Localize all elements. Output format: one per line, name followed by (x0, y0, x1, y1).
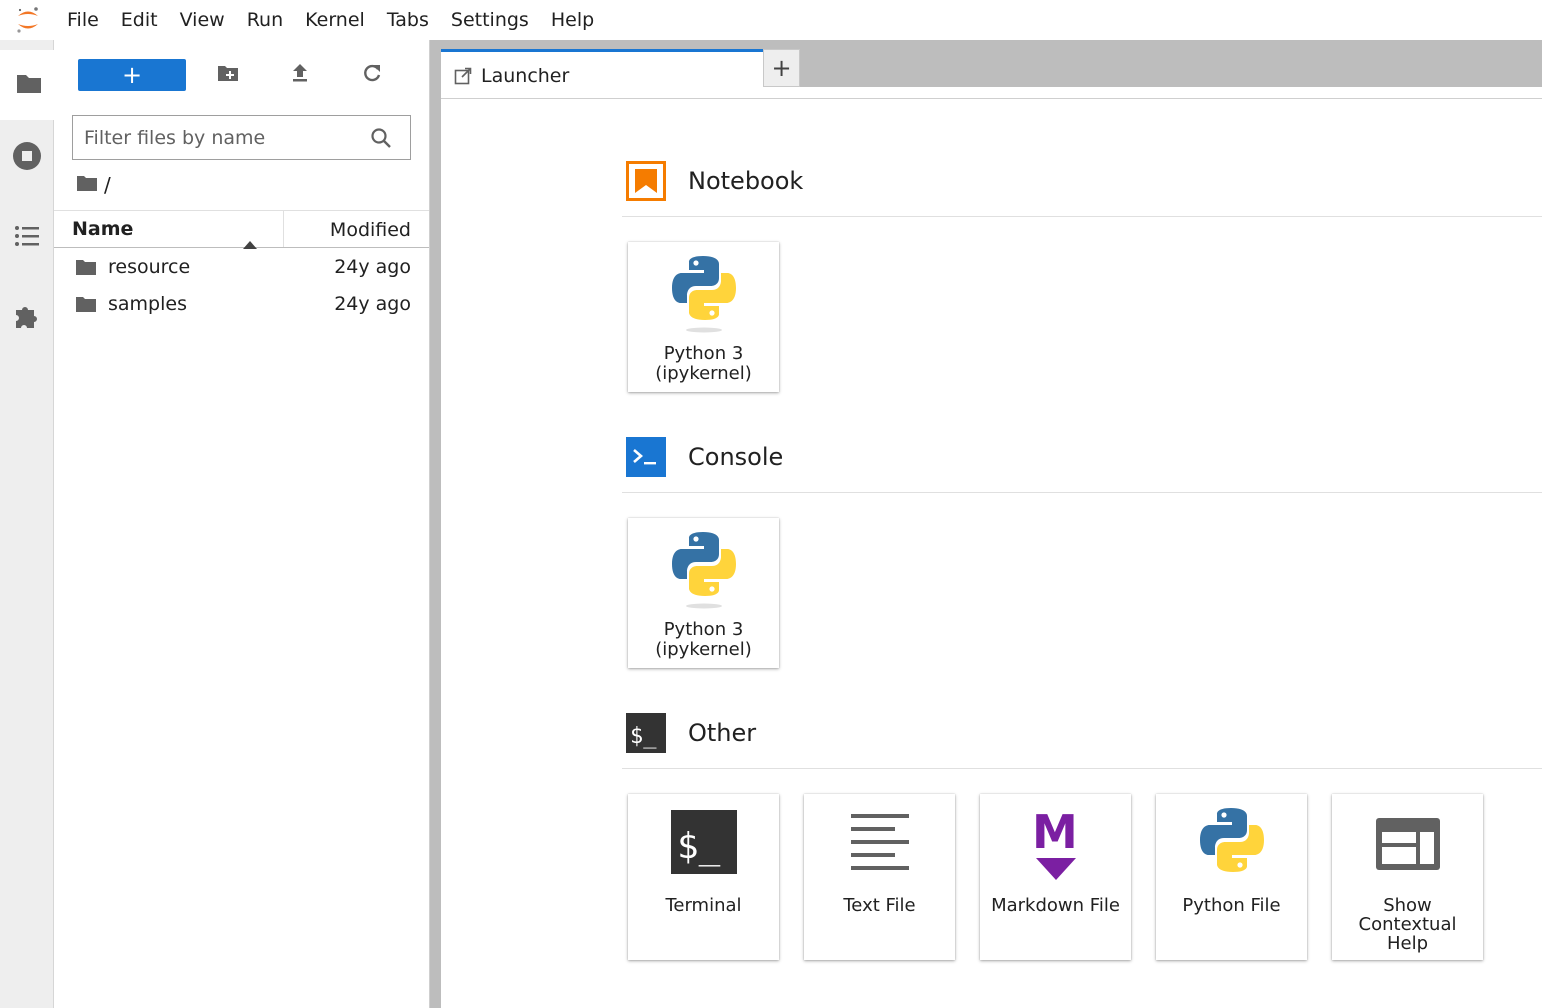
breadcrumb: / (76, 172, 111, 198)
file-name: resource (108, 255, 191, 278)
python-logo-icon (1156, 806, 1307, 886)
card-label-line1: Python 3 (663, 619, 744, 640)
card-label-line2: (ipykernel) (655, 363, 752, 384)
terminal-icon: $_ (626, 713, 666, 753)
tab-label: Launcher (481, 64, 570, 87)
console-python3-card[interactable]: Python 3 (ipykernel) (628, 518, 779, 668)
menu-help[interactable]: Help (540, 0, 605, 40)
menu-bar: File Edit View Run Kernel Tabs Settings … (0, 0, 1542, 40)
table-of-contents-tab[interactable] (0, 210, 54, 266)
menu-file[interactable]: File (56, 0, 110, 40)
file-browser-panel: + / Name (54, 40, 429, 1008)
add-tab-button[interactable]: + (763, 49, 800, 87)
text-file-card[interactable]: Text File (804, 794, 955, 960)
notebook-python3-card[interactable]: Python 3 (ipykernel) (628, 242, 779, 392)
svg-text:$_: $_ (677, 826, 721, 867)
card-label: Python File (1182, 895, 1281, 916)
filter-files-input[interactable] (73, 116, 358, 159)
jupyter-logo-icon[interactable] (0, 0, 56, 40)
plus-icon: + (121, 61, 143, 89)
extension-manager-tab[interactable] (0, 290, 54, 346)
file-name: samples (108, 292, 187, 315)
section-title: Notebook (688, 167, 804, 195)
home-folder-icon[interactable] (76, 173, 98, 197)
contextual-help-card[interactable]: Show Contextual Help (1332, 794, 1483, 960)
section-title: Other (688, 719, 757, 747)
card-label-line1: Python 3 (663, 343, 744, 364)
file-modified: 24y ago (334, 292, 411, 315)
card-label-line3: Help (1386, 933, 1429, 954)
markdown-icon: M (980, 806, 1131, 886)
menu-kernel[interactable]: Kernel (294, 0, 376, 40)
card-label-line1: Show (1383, 895, 1432, 916)
card-label: Terminal (665, 895, 742, 916)
new-folder-button[interactable] (213, 60, 243, 90)
terminal-card[interactable]: $_ Terminal (628, 794, 779, 960)
left-activity-bar (0, 40, 54, 1008)
notebook-icon (626, 161, 666, 201)
section-title: Console (688, 443, 784, 471)
column-header-modified[interactable]: Modified (284, 211, 429, 247)
column-header-name[interactable]: Name (54, 211, 284, 249)
menu-edit[interactable]: Edit (110, 0, 169, 40)
python-file-card[interactable]: Python File (1156, 794, 1307, 960)
refresh-icon (362, 63, 382, 87)
main-tab-bar: Launcher + (441, 40, 1542, 99)
svg-text:M: M (1032, 806, 1078, 859)
console-section-header: Console (622, 437, 1542, 493)
terminal-icon: $_ (628, 806, 779, 886)
file-browser-tab[interactable] (0, 50, 54, 120)
markdown-file-card[interactable]: M Markdown File (980, 794, 1131, 960)
list-icon (14, 225, 40, 251)
puzzle-icon (13, 302, 41, 334)
notebook-section-header: Notebook (622, 161, 1542, 217)
search-icon (370, 127, 392, 149)
menu-settings[interactable]: Settings (440, 0, 540, 40)
text-file-icon (804, 806, 955, 886)
console-icon (626, 437, 666, 477)
file-list-item[interactable]: resource 24y ago (54, 248, 429, 285)
folder-icon (76, 295, 96, 317)
python-logo-icon (628, 530, 779, 610)
running-sessions-tab[interactable] (0, 130, 54, 186)
menu-tabs[interactable]: Tabs (376, 0, 440, 40)
file-list-item[interactable]: samples 24y ago (54, 285, 429, 322)
new-launcher-button[interactable]: + (78, 59, 186, 91)
upload-icon (291, 63, 309, 87)
filter-files-box (72, 115, 411, 160)
file-browser-toolbar: + (54, 40, 429, 110)
card-label-line2: (ipykernel) (655, 639, 752, 660)
folder-icon (76, 258, 96, 280)
column-name-label: Name (72, 218, 134, 240)
refresh-button[interactable] (357, 60, 387, 90)
other-section-header: $_ Other (622, 713, 1542, 769)
card-label: Text File (843, 895, 916, 916)
file-modified: 24y ago (334, 255, 411, 278)
svg-text:$_: $_ (630, 724, 657, 749)
panel-splitter[interactable] (429, 40, 441, 1008)
card-label: Markdown File (991, 895, 1120, 916)
contextual-help-icon (1332, 806, 1483, 886)
card-label-line2: Contextual (1358, 914, 1457, 935)
menu-view[interactable]: View (169, 0, 236, 40)
launcher-panel: Notebook Python 3 (ipykernel) Console Py… (441, 100, 1542, 1008)
file-list-header: Name Modified (54, 210, 429, 249)
launch-icon (454, 67, 472, 85)
stop-circle-icon (12, 141, 42, 175)
breadcrumb-path[interactable]: / (104, 173, 111, 197)
python-logo-icon (628, 254, 779, 334)
menu-run[interactable]: Run (236, 0, 294, 40)
tab-divider (441, 98, 1542, 99)
new-folder-icon (217, 64, 239, 86)
upload-button[interactable] (285, 60, 315, 90)
tab-launcher[interactable]: Launcher (441, 49, 763, 99)
folder-icon (16, 72, 42, 98)
